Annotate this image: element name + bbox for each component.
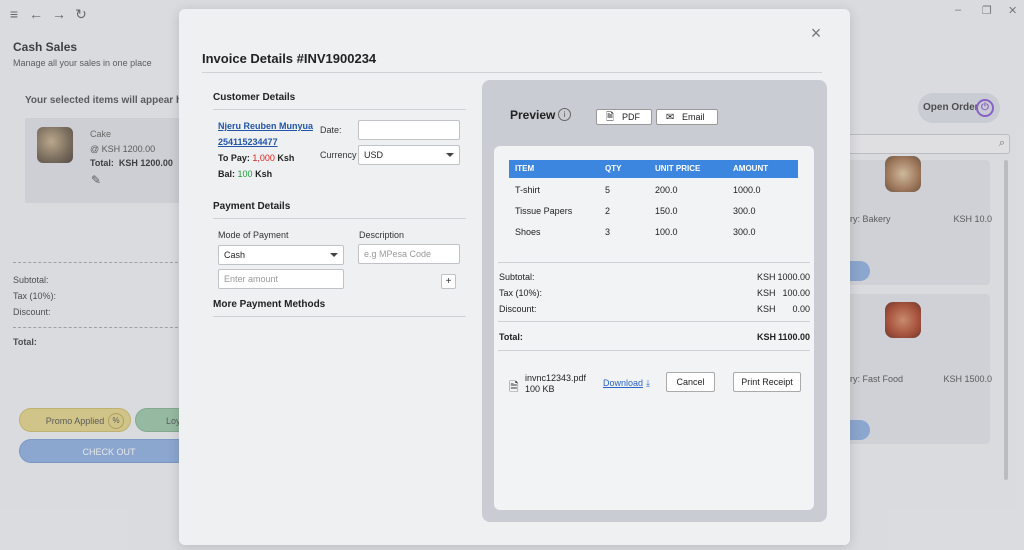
table-cell: 150.0 <box>655 206 678 216</box>
pdf-label: PDF <box>622 112 640 122</box>
mode-of-payment-value: Cash <box>224 250 246 260</box>
file-icon: 🗎 <box>509 380 519 394</box>
preview-discount-currency: KSH <box>757 304 776 314</box>
file-name: invnc12343.pdf <box>525 373 587 383</box>
download-label: Download <box>603 378 644 388</box>
to-pay-currency: Ksh <box>277 153 295 163</box>
amount-field[interactable]: Enter amount <box>218 269 344 289</box>
column-header-unit-price: UNIT PRICE <box>655 164 701 173</box>
table-row: Shoes 3 100.0 300.0 <box>509 227 798 241</box>
cancel-button[interactable]: Cancel <box>666 372 715 392</box>
preview-subtotal-currency: KSH <box>757 272 776 282</box>
divider <box>498 350 810 351</box>
currency-value: USD <box>364 150 384 160</box>
table-cell: 5 <box>605 185 611 195</box>
pdf-button[interactable]: 🗎 PDF <box>596 109 652 125</box>
balance-value: 100 <box>237 169 253 179</box>
table-header: ITEM QTY UNIT PRICE AMOUNT <box>509 160 798 178</box>
invoice-preview-document: ITEM QTY UNIT PRICE AMOUNT T-shirt 5 200… <box>494 146 814 510</box>
chevron-down-icon <box>446 153 454 157</box>
table-cell: Tissue Papers <box>515 206 573 216</box>
download-link[interactable]: Download ⤓ <box>603 378 650 389</box>
table-row: T-shirt 5 200.0 1000.0 <box>509 185 798 199</box>
divider <box>498 262 810 263</box>
table-cell: 300.0 <box>733 206 756 216</box>
mode-of-payment-select[interactable]: Cash <box>218 245 344 265</box>
date-field[interactable] <box>358 120 460 140</box>
payment-details-heading: Payment Details <box>213 201 291 212</box>
preview-tax-currency: KSH <box>757 288 776 298</box>
balance-currency: Ksh <box>255 169 273 179</box>
column-header-qty: QTY <box>605 164 622 173</box>
email-label: Email <box>682 112 705 122</box>
preview-discount-label: Discount: <box>499 304 537 314</box>
mail-icon: ✉ <box>666 112 675 123</box>
customer-phone-link[interactable]: 254115234477 <box>218 137 278 147</box>
divider <box>498 321 810 322</box>
table-cell: Shoes <box>515 227 541 237</box>
to-pay-value: 1,000 <box>252 153 275 163</box>
table-cell: 300.0 <box>733 227 756 237</box>
invoice-details-modal: × Invoice Details #INV1900234 Customer D… <box>179 9 850 545</box>
to-pay: To Pay: 1,000 Ksh <box>218 153 294 163</box>
divider <box>213 316 466 317</box>
preview-total-currency: KSH <box>757 332 777 342</box>
date-label: Date: <box>320 125 342 135</box>
preview-title: Preview <box>510 108 556 122</box>
modal-title: Invoice Details #INV1900234 <box>202 51 377 66</box>
close-icon[interactable]: × <box>808 24 824 42</box>
file-size: 100 KB <box>525 384 555 394</box>
balance: Bal: 100 Ksh <box>218 169 272 179</box>
customer-name-link[interactable]: Njeru Reuben Munyua <box>218 121 313 131</box>
table-cell: 3 <box>605 227 611 237</box>
table-cell: T-shirt <box>515 185 541 195</box>
table-cell: 2 <box>605 206 611 216</box>
preview-subtotal-value: 1000.00 <box>777 272 810 282</box>
preview-tax-label: Tax (10%): <box>499 288 543 298</box>
add-payment-button[interactable]: + <box>441 274 456 289</box>
column-header-amount: AMOUNT <box>733 164 769 173</box>
preview-discount-value: 0.00 <box>792 304 810 314</box>
column-header-item: ITEM <box>515 164 535 173</box>
currency-label: Currency <box>320 150 357 160</box>
download-icon: ⤓ <box>646 378 651 388</box>
preview-tax-value: 100.00 <box>782 288 810 298</box>
preview-total-value: 1100.00 <box>777 332 810 342</box>
description-field[interactable]: e.g MPesa Code <box>358 244 460 264</box>
balance-label: Bal: <box>218 169 236 179</box>
preview-subtotal-label: Subtotal: <box>499 272 535 282</box>
table-row: Tissue Papers 2 150.0 300.0 <box>509 206 798 220</box>
print-receipt-button[interactable]: Print Receipt <box>733 372 801 392</box>
info-icon[interactable]: i <box>558 108 571 121</box>
more-payment-methods-heading[interactable]: More Payment Methods <box>213 299 325 310</box>
description-label: Description <box>359 230 405 240</box>
divider <box>202 72 822 73</box>
table-cell: 1000.0 <box>733 185 761 195</box>
currency-select[interactable]: USD <box>358 145 460 165</box>
mode-of-payment-label: Mode of Payment <box>218 230 289 240</box>
email-button[interactable]: ✉ Email <box>656 109 718 125</box>
chevron-down-icon <box>330 253 338 257</box>
customer-details-heading: Customer Details <box>213 92 296 103</box>
preview-panel: Preview i 🗎 PDF ✉ Email ITEM QTY UNIT PR… <box>482 80 827 522</box>
divider <box>213 109 466 110</box>
preview-total-label: Total: <box>499 332 523 342</box>
table-cell: 100.0 <box>655 227 678 237</box>
divider <box>213 218 466 219</box>
to-pay-label: To Pay: <box>218 153 250 163</box>
table-cell: 200.0 <box>655 185 678 195</box>
document-icon: 🗎 <box>606 112 615 123</box>
